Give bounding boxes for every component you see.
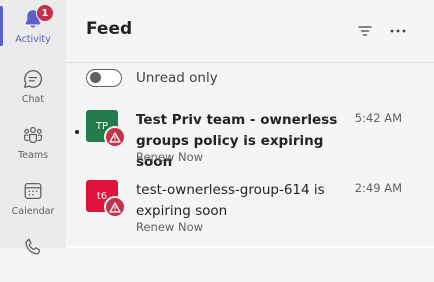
notification-title-line: expiring soon bbox=[136, 203, 228, 219]
warning-badge bbox=[104, 196, 126, 218]
chat-icon bbox=[24, 70, 43, 88]
renew-now-link[interactable]: Renew Now bbox=[136, 220, 203, 234]
unread-dot bbox=[75, 130, 79, 134]
rail-item-label: Activity bbox=[15, 34, 51, 45]
rail-item-label: Teams bbox=[17, 150, 49, 161]
feed-panel: Feed Unread only TP Test Priv team - own… bbox=[66, 0, 434, 248]
more-icon bbox=[390, 29, 406, 33]
renew-now-link[interactable]: Renew Now bbox=[136, 150, 203, 164]
feed-header: Feed bbox=[66, 0, 434, 63]
rail-item-calendar[interactable]: Calendar bbox=[0, 172, 66, 226]
notification-title-line: Test Priv team - ownerless bbox=[136, 112, 338, 128]
notification-time: 5:42 AM bbox=[354, 111, 402, 125]
warning-icon bbox=[109, 201, 121, 213]
unread-only-row: Unread only bbox=[86, 69, 218, 87]
rail-item-label: Calendar bbox=[11, 206, 55, 217]
notification-item[interactable]: TP Test Priv team - ownerless groups pol… bbox=[66, 110, 434, 174]
filter-button[interactable] bbox=[354, 20, 376, 42]
filter-icon bbox=[358, 26, 372, 36]
rail-item-label: Chat bbox=[21, 94, 45, 105]
rail-item-activity[interactable]: Activity 1 bbox=[0, 0, 66, 54]
rail-item-chat[interactable]: Chat bbox=[0, 60, 66, 114]
notification-item[interactable]: t6 test-ownerless-group-614 is expiring … bbox=[66, 180, 434, 244]
rail-item-teams[interactable]: Teams bbox=[0, 116, 66, 170]
teams-icon bbox=[23, 126, 43, 144]
notification-title: test-ownerless-group-614 is expiring soo… bbox=[136, 180, 346, 222]
warning-badge bbox=[104, 126, 126, 148]
rail-item-calls[interactable] bbox=[0, 228, 66, 282]
notification-title-line: test-ownerless-group-614 is bbox=[136, 182, 325, 198]
unread-only-label: Unread only bbox=[136, 70, 218, 86]
toggle-knob bbox=[90, 72, 101, 83]
app-rail: Activity 1 Chat Teams Calendar bbox=[0, 0, 66, 255]
unread-only-toggle[interactable] bbox=[86, 69, 122, 87]
notification-badge: 1 bbox=[36, 4, 54, 22]
more-options-button[interactable] bbox=[387, 20, 409, 42]
warning-icon bbox=[109, 131, 121, 143]
page-title: Feed bbox=[86, 19, 133, 39]
notification-time: 2:49 AM bbox=[354, 181, 402, 195]
phone-icon bbox=[25, 238, 41, 255]
calendar-icon bbox=[24, 183, 42, 199]
